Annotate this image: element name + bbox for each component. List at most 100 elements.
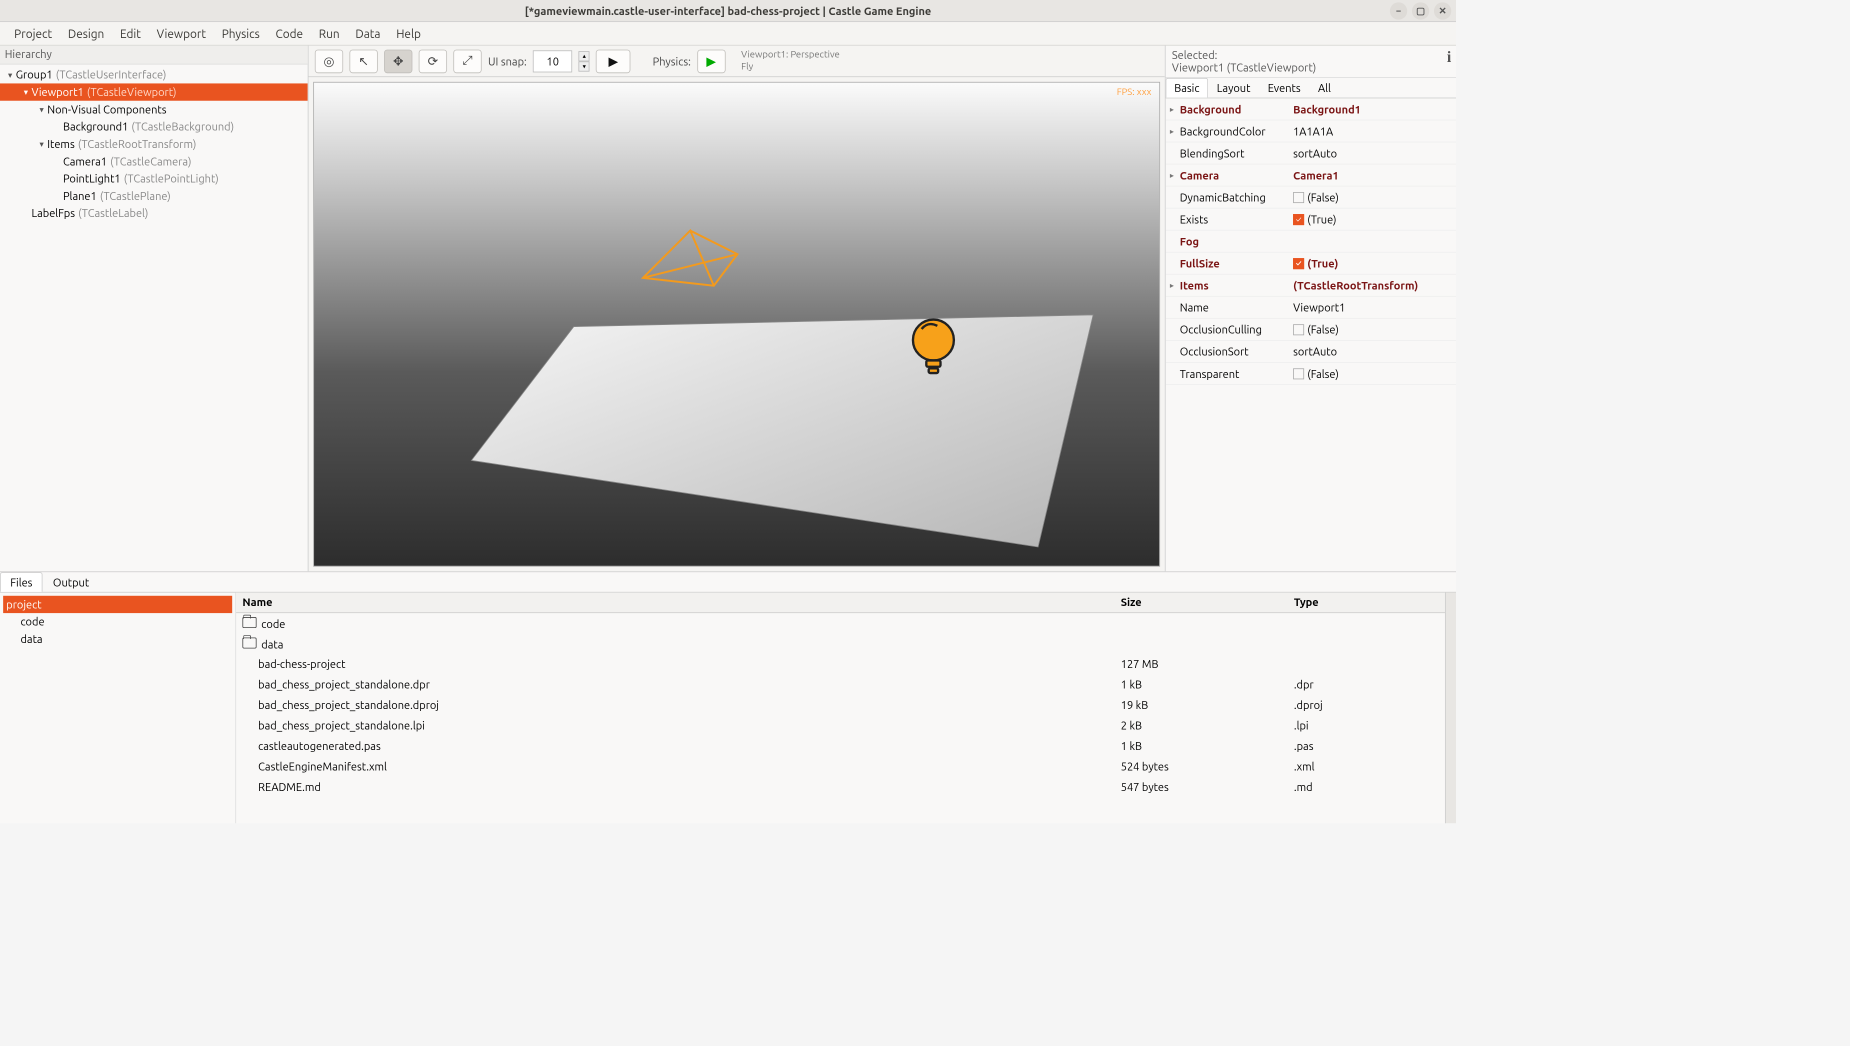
physics-play-button[interactable]: ▶ [697,49,725,73]
window-minimize-button[interactable]: − [1390,2,1407,19]
file-row[interactable]: code [236,613,1445,633]
hierarchy-node-group1[interactable]: ▾Group1(TCastleUserInterface) [0,66,308,83]
bottom-tab-files[interactable]: Files [0,572,43,592]
hierarchy-tree[interactable]: ▾Group1(TCastleUserInterface)▾Viewport1(… [0,65,308,572]
folder-project[interactable]: project [3,596,232,613]
property-row-fullsize[interactable]: FullSize✓(True) [1166,253,1456,275]
property-row-backgroundcolor[interactable]: ▸BackgroundColor1A1A1A [1166,120,1456,142]
menu-design[interactable]: Design [60,24,112,44]
inspector-tab-all[interactable]: All [1309,78,1339,98]
inspector-tab-events[interactable]: Events [1259,78,1309,98]
select-tool-button[interactable]: ↖ [349,49,377,73]
menu-physics[interactable]: Physics [214,24,268,44]
property-value[interactable]: sortAuto [1288,147,1456,160]
node-label: Viewport1 [31,86,83,99]
property-value[interactable]: Viewport1 [1288,301,1456,314]
bottom-tab-output[interactable]: Output [43,572,100,592]
property-row-dynamicbatching[interactable]: DynamicBatching(False) [1166,187,1456,209]
property-row-fog[interactable]: Fog [1166,231,1456,253]
property-value[interactable]: ✓(True) [1288,257,1456,270]
property-value[interactable]: (False) [1288,323,1456,336]
property-row-occlusionculling[interactable]: OcclusionCulling(False) [1166,319,1456,341]
property-value[interactable]: (False) [1288,367,1456,380]
property-value[interactable]: sortAuto [1288,345,1456,358]
checkbox-icon[interactable]: ✓ [1293,258,1304,269]
checkbox-icon[interactable] [1293,368,1304,379]
3d-viewport[interactable]: FPS: xxx [313,82,1160,567]
menu-project[interactable]: Project [6,24,60,44]
property-value[interactable]: Background1 [1288,103,1456,116]
folder-data[interactable]: data [3,630,232,647]
property-row-occlusionsort[interactable]: OcclusionSortsortAuto [1166,341,1456,363]
property-row-background[interactable]: ▸BackgroundBackground1 [1166,98,1456,120]
property-row-exists[interactable]: Exists✓(True) [1166,209,1456,231]
node-label: Camera1 [63,155,107,168]
hierarchy-node-camera1[interactable]: Camera1(TCastleCamera) [0,153,308,170]
menu-code[interactable]: Code [268,24,311,44]
property-name: Exists [1178,213,1288,226]
property-value[interactable]: Camera1 [1288,169,1456,182]
snap-spin-up[interactable]: ▴ [579,51,590,61]
property-value[interactable]: (TCastleRootTransform) [1288,279,1456,292]
ui-snap-input[interactable] [533,50,572,72]
column-size-header[interactable]: Size [1114,593,1287,613]
move-tool-button[interactable]: ✥ [384,49,412,73]
hierarchy-header: Hierarchy [0,46,308,65]
property-row-camera[interactable]: ▸CameraCamera1 [1166,164,1456,186]
window-maximize-button[interactable]: ▢ [1412,2,1429,19]
hierarchy-node-labelfps[interactable]: LabelFps(TCastleLabel) [0,205,308,222]
file-row[interactable]: bad-chess-project127 MB [236,654,1445,674]
property-value[interactable]: (False) [1288,191,1456,204]
property-value[interactable]: ✓(True) [1288,213,1456,226]
checkbox-icon[interactable] [1293,324,1304,335]
menu-viewport[interactable]: Viewport [149,24,214,44]
property-value[interactable]: 1A1A1A [1288,125,1456,138]
scale-tool-button[interactable]: ⤢ [453,49,481,73]
info-button[interactable]: i [1447,49,1451,67]
property-row-items[interactable]: ▸Items(TCastleRootTransform) [1166,275,1456,297]
hierarchy-node-viewport1[interactable]: ▾Viewport1(TCastleViewport) [0,83,308,100]
inspector-tab-layout[interactable]: Layout [1208,78,1259,98]
property-row-name[interactable]: NameViewport1 [1166,297,1456,319]
hierarchy-node-pointlight1[interactable]: PointLight1(TCastlePointLight) [0,170,308,187]
hierarchy-node-background1[interactable]: Background1(TCastleBackground) [0,118,308,135]
rotate-tool-button[interactable]: ⟳ [419,49,447,73]
file-table-body[interactable]: codedatabad-chess-project127 MBbad_chess… [236,613,1445,823]
folder-code[interactable]: code [3,613,232,630]
property-value-text: Viewport1 [1293,301,1345,314]
viewport-info-line2: Fly [741,61,840,72]
file-scrollbar[interactable] [1445,593,1456,824]
file-row[interactable]: CastleEngineManifest.xml524 bytes.xml [236,756,1445,776]
viewport-info-line1: Viewport1: Perspective [741,50,840,61]
property-row-transparent[interactable]: Transparent(False) [1166,363,1456,385]
menu-run[interactable]: Run [311,24,348,44]
column-type-header[interactable]: Type [1288,593,1445,613]
file-row[interactable]: castleautogenerated.pas1 kB.pas [236,736,1445,756]
file-row[interactable]: bad_chess_project_standalone.dproj19 kB.… [236,695,1445,715]
column-name-header[interactable]: Name [236,593,1114,613]
file-row[interactable]: bad_chess_project_standalone.dpr1 kB.dpr [236,674,1445,694]
menu-data[interactable]: Data [347,24,388,44]
file-size: 547 bytes [1114,779,1287,795]
menu-help[interactable]: Help [388,24,428,44]
folder-tree[interactable]: projectcodedata [0,593,236,824]
hierarchy-node-items[interactable]: ▾Items(TCastleRootTransform) [0,135,308,152]
menu-edit[interactable]: Edit [112,24,149,44]
file-type [1288,622,1445,625]
snap-spin-down[interactable]: ▾ [579,61,590,71]
file-row[interactable]: README.md547 bytes.md [236,777,1445,797]
play-button[interactable]: ▶ [596,49,631,73]
checkbox-icon[interactable]: ✓ [1293,214,1304,225]
view-toggle-button[interactable]: ◎ [315,49,343,73]
property-row-blendingsort[interactable]: BlendingSortsortAuto [1166,142,1456,164]
property-grid[interactable]: ▸BackgroundBackground1▸BackgroundColor1A… [1166,98,1456,571]
window-close-button[interactable]: ✕ [1434,2,1451,19]
hierarchy-node-plane1[interactable]: Plane1(TCastlePlane) [0,187,308,204]
checkbox-icon[interactable] [1293,192,1304,203]
file-row[interactable]: data [236,634,1445,654]
selected-name: Viewport1 (TCastleViewport) [1172,61,1450,74]
property-value-text: (False) [1307,323,1339,336]
hierarchy-node-non-visual components[interactable]: ▾Non-Visual Components [0,101,308,118]
inspector-tab-basic[interactable]: Basic [1166,78,1209,98]
file-row[interactable]: bad_chess_project_standalone.lpi2 kB.lpi [236,715,1445,735]
